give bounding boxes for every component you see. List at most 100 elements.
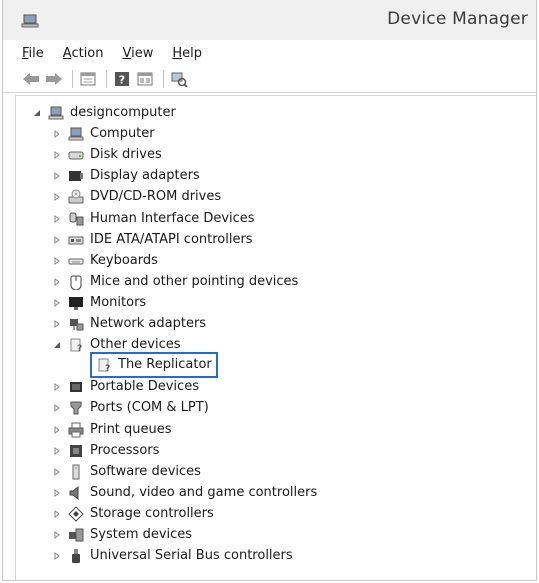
tree-item-content: Portable Devices	[68, 377, 199, 397]
collapsed-arrow-icon[interactable]	[52, 530, 62, 540]
tree-item-content: Ports (COM & LPT)	[68, 398, 209, 418]
collapsed-arrow-icon[interactable]	[52, 129, 62, 139]
collapsed-arrow-icon[interactable]	[52, 551, 62, 561]
tree-item[interactable]: Storage controllers	[52, 504, 214, 524]
tree-item-content: Universal Serial Bus controllers	[68, 546, 293, 566]
menu-help[interactable]: Help	[172, 46, 202, 61]
storage-controller-icon	[68, 506, 84, 522]
tree-item[interactable]: Universal Serial Bus controllers	[52, 546, 293, 566]
tree-item-content: Display adapters	[68, 166, 200, 186]
collapsed-arrow-icon[interactable]	[52, 467, 62, 477]
tree-item[interactable]: Ports (COM & LPT)	[52, 398, 209, 418]
tree-item-content: Processors	[68, 441, 159, 461]
collapsed-arrow-icon[interactable]	[52, 192, 62, 202]
tree-item[interactable]: Sound, video and game controllers	[52, 483, 317, 503]
tree-item[interactable]: System devices	[52, 525, 192, 545]
tree-item-label: Print queues	[90, 421, 172, 437]
tree-item[interactable]: Mice and other pointing devices	[52, 272, 298, 292]
tree-item[interactable]: DVD/CD-ROM drives	[52, 187, 221, 207]
collapsed-arrow-icon[interactable]	[52, 298, 62, 308]
collapsed-arrow-icon[interactable]	[52, 319, 62, 329]
tree-item-content: Network adapters	[68, 314, 206, 334]
collapsed-arrow-icon[interactable]	[52, 403, 62, 413]
tree-item[interactable]: Human Interface Devices	[52, 209, 255, 229]
collapsed-arrow-icon[interactable]	[52, 446, 62, 456]
properties-icon[interactable]	[78, 69, 98, 89]
computer-icon	[48, 105, 64, 121]
tree-item[interactable]: Disk drives	[52, 145, 162, 165]
port-icon	[68, 400, 84, 416]
menu-action[interactable]: Action	[63, 46, 104, 61]
dvd-drive-icon	[68, 189, 84, 205]
tree-item-label: Display adapters	[90, 168, 200, 184]
collapsed-arrow-icon[interactable]	[52, 509, 62, 519]
tree-item-content: Sound, video and game controllers	[68, 483, 317, 503]
collapsed-arrow-icon[interactable]	[52, 488, 62, 498]
tree-item[interactable]: Display adapters	[52, 166, 200, 186]
toolbar-separator	[163, 70, 164, 88]
tree-item[interactable]: Keyboards	[52, 251, 158, 271]
tree-item[interactable]: Network adapters	[52, 314, 206, 334]
toolbar-separator	[72, 70, 73, 88]
tree-item-content: DVD/CD-ROM drives	[68, 187, 221, 207]
collapsed-arrow-icon[interactable]	[52, 425, 62, 435]
collapsed-arrow-icon[interactable]	[52, 277, 62, 287]
menu-action-rest: ction	[71, 45, 104, 61]
collapsed-arrow-icon[interactable]	[52, 150, 62, 160]
tree-item-content: Disk drives	[68, 145, 162, 165]
tree-item-content: Software devices	[68, 462, 201, 482]
tree-item-label: Ports (COM & LPT)	[90, 400, 209, 416]
collapsed-arrow-icon[interactable]	[52, 382, 62, 392]
tree-subitem[interactable]: ? The Replicator	[90, 352, 218, 379]
tree-item-label: DVD/CD-ROM drives	[90, 189, 222, 205]
monitor-icon	[68, 295, 84, 311]
tree-item-label: System devices	[90, 527, 193, 542]
processor-icon	[68, 443, 84, 459]
tree-item-content: System devices	[68, 525, 192, 545]
collapsed-arrow-icon[interactable]	[52, 171, 62, 181]
window-title: Device Manager	[387, 9, 528, 29]
tree-item-label: Mice and other pointing devices	[90, 273, 299, 289]
tree-item-label: IDE ATA/ATAPI controllers	[90, 231, 253, 247]
tree-item-label: Universal Serial Bus controllers	[90, 548, 293, 564]
device-tree[interactable]: designcomputer Computer Disk drives Displa…	[15, 95, 536, 580]
selected-item-highlight[interactable]: ? The Replicator	[90, 352, 218, 379]
svg-text:?: ?	[105, 364, 110, 373]
view-icon[interactable]	[135, 69, 155, 89]
menu-view-rest: iew	[131, 45, 154, 61]
collapsed-arrow-icon[interactable]	[52, 256, 62, 266]
software-device-icon	[68, 464, 84, 480]
network-adapter-icon	[68, 316, 84, 332]
menu-view[interactable]: View	[123, 46, 154, 61]
tree-item-label: Processors	[90, 442, 160, 458]
forward-arrow-icon[interactable]	[44, 69, 64, 89]
title-bar[interactable]: Device Manager	[3, 0, 536, 40]
tree-item[interactable]: Monitors	[52, 293, 146, 313]
help-icon[interactable]: ?	[112, 69, 132, 89]
tree-item[interactable]: Computer	[52, 124, 155, 144]
collapsed-arrow-icon[interactable]	[52, 214, 62, 224]
tree-item-label: Portable Devices	[90, 379, 199, 395]
collapsed-arrow-icon[interactable]	[52, 235, 62, 245]
tree-item-content: Keyboards	[68, 251, 158, 271]
tree-item-label: The Replicator	[118, 357, 212, 373]
tree-item[interactable]: Print queues	[52, 420, 172, 440]
unknown-device-icon: ?	[68, 337, 84, 353]
expanded-arrow-icon[interactable]	[52, 340, 62, 350]
tree-item[interactable]: Portable Devices	[52, 377, 199, 397]
keyboard-icon	[68, 253, 84, 269]
tree-item-label: Human Interface Devices	[90, 210, 255, 226]
expanded-arrow-icon[interactable]	[32, 108, 42, 118]
tree-item[interactable]: IDE ATA/ATAPI controllers	[52, 230, 253, 250]
menu-bar: File Action View Help	[3, 40, 536, 66]
device-manager-window: Device Manager File Action View Help ? d…	[2, 0, 537, 581]
tree-item-content: Storage controllers	[68, 504, 214, 524]
back-arrow-icon[interactable]	[21, 69, 41, 89]
toolbar-separator	[106, 70, 107, 88]
display-adapter-icon	[68, 168, 84, 184]
menu-file[interactable]: File	[22, 46, 44, 61]
scan-hardware-icon[interactable]	[169, 69, 189, 89]
tree-item[interactable]: Processors	[52, 441, 159, 461]
tree-item[interactable]: Software devices	[52, 462, 201, 482]
tree-root[interactable]: designcomputer	[32, 103, 176, 123]
